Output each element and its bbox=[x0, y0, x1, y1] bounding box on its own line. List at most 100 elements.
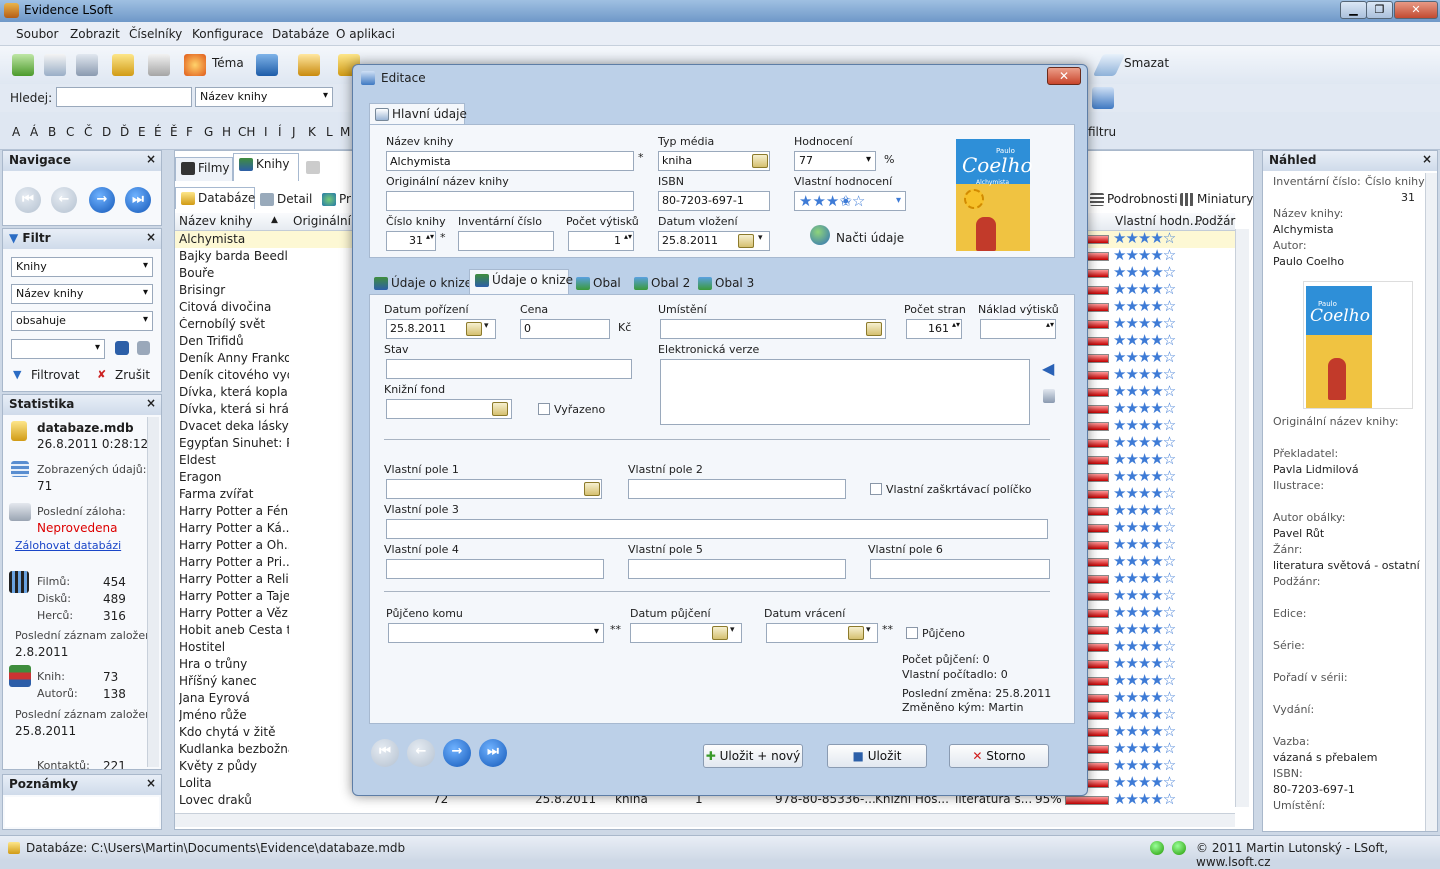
theme-icon[interactable] bbox=[184, 54, 206, 76]
isbn-input[interactable]: 80-7203-697-1 bbox=[658, 191, 770, 211]
letter-1[interactable]: Á bbox=[30, 125, 38, 139]
menu-zobrazit[interactable]: Zobrazit bbox=[70, 27, 120, 41]
filter-type-select[interactable]: Knihy bbox=[11, 257, 153, 277]
orig-input[interactable] bbox=[386, 191, 634, 211]
database-icon[interactable] bbox=[112, 54, 134, 76]
menu-databaze[interactable]: Databáze bbox=[272, 27, 329, 41]
pages-stepper[interactable]: 161 bbox=[906, 319, 962, 339]
letter-14[interactable]: I bbox=[264, 125, 268, 139]
new-record-icon[interactable] bbox=[12, 54, 34, 76]
calendar-icon[interactable] bbox=[738, 234, 754, 248]
table-row[interactable]: Eragon bbox=[179, 470, 289, 487]
filter-operator-select[interactable]: obsahuje bbox=[11, 311, 153, 331]
preview-scrollbar[interactable] bbox=[1425, 173, 1437, 831]
tab-knihy[interactable]: Knihy bbox=[233, 153, 299, 181]
chevron-down-icon[interactable]: ▾ bbox=[866, 625, 871, 635]
table-row[interactable]: Lovec draků bbox=[179, 793, 289, 810]
tab-cover[interactable]: Obal bbox=[571, 273, 625, 295]
subtab-podrobnosti[interactable]: Podrobnosti bbox=[1085, 189, 1178, 211]
filter-cancel-button[interactable]: Zrušit bbox=[115, 368, 150, 382]
custom-checkbox[interactable] bbox=[870, 483, 882, 495]
table-row[interactable]: Jméno růže bbox=[179, 708, 289, 725]
table-row[interactable]: Lolita bbox=[179, 776, 289, 793]
close-button[interactable]: ✕ bbox=[1394, 1, 1438, 19]
name-input[interactable] bbox=[386, 151, 634, 171]
cf3-input[interactable] bbox=[386, 519, 1048, 539]
eraser-icon[interactable] bbox=[1092, 54, 1126, 76]
letter-2[interactable]: B bbox=[48, 125, 56, 139]
save-button[interactable]: ■ Uložit bbox=[827, 744, 927, 768]
lookup-icon[interactable] bbox=[752, 154, 768, 168]
save-icon[interactable] bbox=[115, 341, 129, 355]
table-row[interactable]: Květy z půdy bbox=[179, 759, 289, 776]
tab-book-info-1[interactable]: Údaje o knize bbox=[369, 273, 472, 295]
discarded-checkbox[interactable] bbox=[538, 403, 550, 415]
table-row[interactable]: Dívka, která kopla ... bbox=[179, 385, 289, 402]
table-row[interactable]: Černobílý svět bbox=[179, 317, 289, 334]
first-record-icon[interactable]: ⏮ bbox=[15, 187, 41, 213]
col-rating[interactable]: Vlastní hodn... bbox=[1115, 214, 1201, 228]
last-record-icon[interactable]: ⏭ bbox=[479, 739, 507, 767]
tab-pr[interactable] bbox=[301, 157, 351, 179]
search-input[interactable] bbox=[56, 87, 192, 107]
lent-checkbox[interactable] bbox=[906, 627, 918, 639]
minimize-button[interactable]: ▁ bbox=[1340, 1, 1367, 19]
last-record-icon[interactable]: ⏭ bbox=[125, 187, 151, 213]
calendar-icon[interactable] bbox=[712, 626, 728, 640]
chevron-down-icon[interactable]: ▾ bbox=[730, 625, 735, 635]
notes-textarea[interactable] bbox=[5, 797, 159, 827]
num-stepper[interactable]: 31 bbox=[386, 231, 436, 251]
tab-cover-3[interactable]: Obal 3 bbox=[693, 273, 755, 295]
close-icon[interactable]: × bbox=[1422, 152, 1432, 166]
lookup-icon[interactable] bbox=[866, 322, 882, 336]
subtab-detail[interactable]: Detail bbox=[255, 189, 315, 211]
table-row[interactable]: Hobit aneb Cesta t... bbox=[179, 623, 289, 640]
cancel-button[interactable]: ✕ Storno bbox=[949, 744, 1049, 768]
globe-icon[interactable] bbox=[810, 225, 830, 245]
next-record-icon[interactable]: → bbox=[89, 187, 115, 213]
cf5-input[interactable] bbox=[628, 559, 846, 579]
letter-16[interactable]: J bbox=[292, 125, 296, 139]
search-field-select[interactable]: Název knihy bbox=[195, 87, 333, 107]
table-row[interactable]: Harry Potter a Pri... bbox=[179, 555, 289, 572]
backup-link[interactable]: Zálohovat databázi bbox=[15, 539, 121, 552]
cf4-input[interactable] bbox=[386, 559, 604, 579]
print-stepper[interactable] bbox=[980, 319, 1056, 339]
menu-o-aplikaci[interactable]: O aplikaci bbox=[336, 27, 395, 41]
table-row[interactable]: Harry Potter a Taje... bbox=[179, 589, 289, 606]
menu-soubor[interactable]: Soubor bbox=[16, 27, 58, 41]
table-row[interactable]: Harry Potter a Ká... bbox=[179, 521, 289, 538]
letter-13[interactable]: CH bbox=[238, 125, 255, 139]
subtab-pr[interactable]: Pr bbox=[317, 189, 357, 211]
calendar-icon[interactable] bbox=[848, 626, 864, 640]
letter-15[interactable]: Í bbox=[278, 125, 282, 139]
table-row[interactable]: Hostitel bbox=[179, 640, 289, 657]
prev-record-icon[interactable]: ← bbox=[51, 187, 77, 213]
table-row[interactable]: Eldest bbox=[179, 453, 289, 470]
table-row[interactable]: Den Trifidů bbox=[179, 334, 289, 351]
letter-17[interactable]: K bbox=[308, 125, 316, 139]
letter-3[interactable]: C bbox=[66, 125, 74, 139]
table-row[interactable]: Bouře bbox=[179, 266, 289, 283]
table-row[interactable]: Harry Potter a Reli... bbox=[179, 572, 289, 589]
cf6-input[interactable] bbox=[870, 559, 1050, 579]
delete-label[interactable]: Smazat bbox=[1124, 56, 1169, 70]
filter-field-select[interactable]: Název knihy bbox=[11, 284, 153, 304]
rating-select[interactable]: 77 bbox=[794, 151, 876, 171]
state-input[interactable] bbox=[386, 359, 632, 379]
letter-10[interactable]: F bbox=[186, 125, 193, 139]
dialog-close-button[interactable]: ✕ bbox=[1047, 67, 1081, 85]
table-row[interactable]: Harry Potter a Věz... bbox=[179, 606, 289, 623]
letter-19[interactable]: M bbox=[340, 125, 350, 139]
lent-to-select[interactable] bbox=[388, 623, 604, 643]
trash-icon[interactable] bbox=[76, 54, 98, 76]
loc-input[interactable] bbox=[660, 319, 886, 339]
chevron-down-icon[interactable]: ▾ bbox=[484, 321, 489, 331]
prev-record-icon[interactable]: ← bbox=[407, 739, 435, 767]
chevron-down-icon[interactable]: ▾ bbox=[758, 233, 763, 243]
table-row[interactable]: Kudlanka bezbožná bbox=[179, 742, 289, 759]
close-icon[interactable]: × bbox=[146, 230, 156, 244]
col-orig[interactable]: Originální bbox=[293, 214, 351, 228]
letter-18[interactable]: L bbox=[326, 125, 333, 139]
letter-0[interactable]: A bbox=[12, 125, 20, 139]
